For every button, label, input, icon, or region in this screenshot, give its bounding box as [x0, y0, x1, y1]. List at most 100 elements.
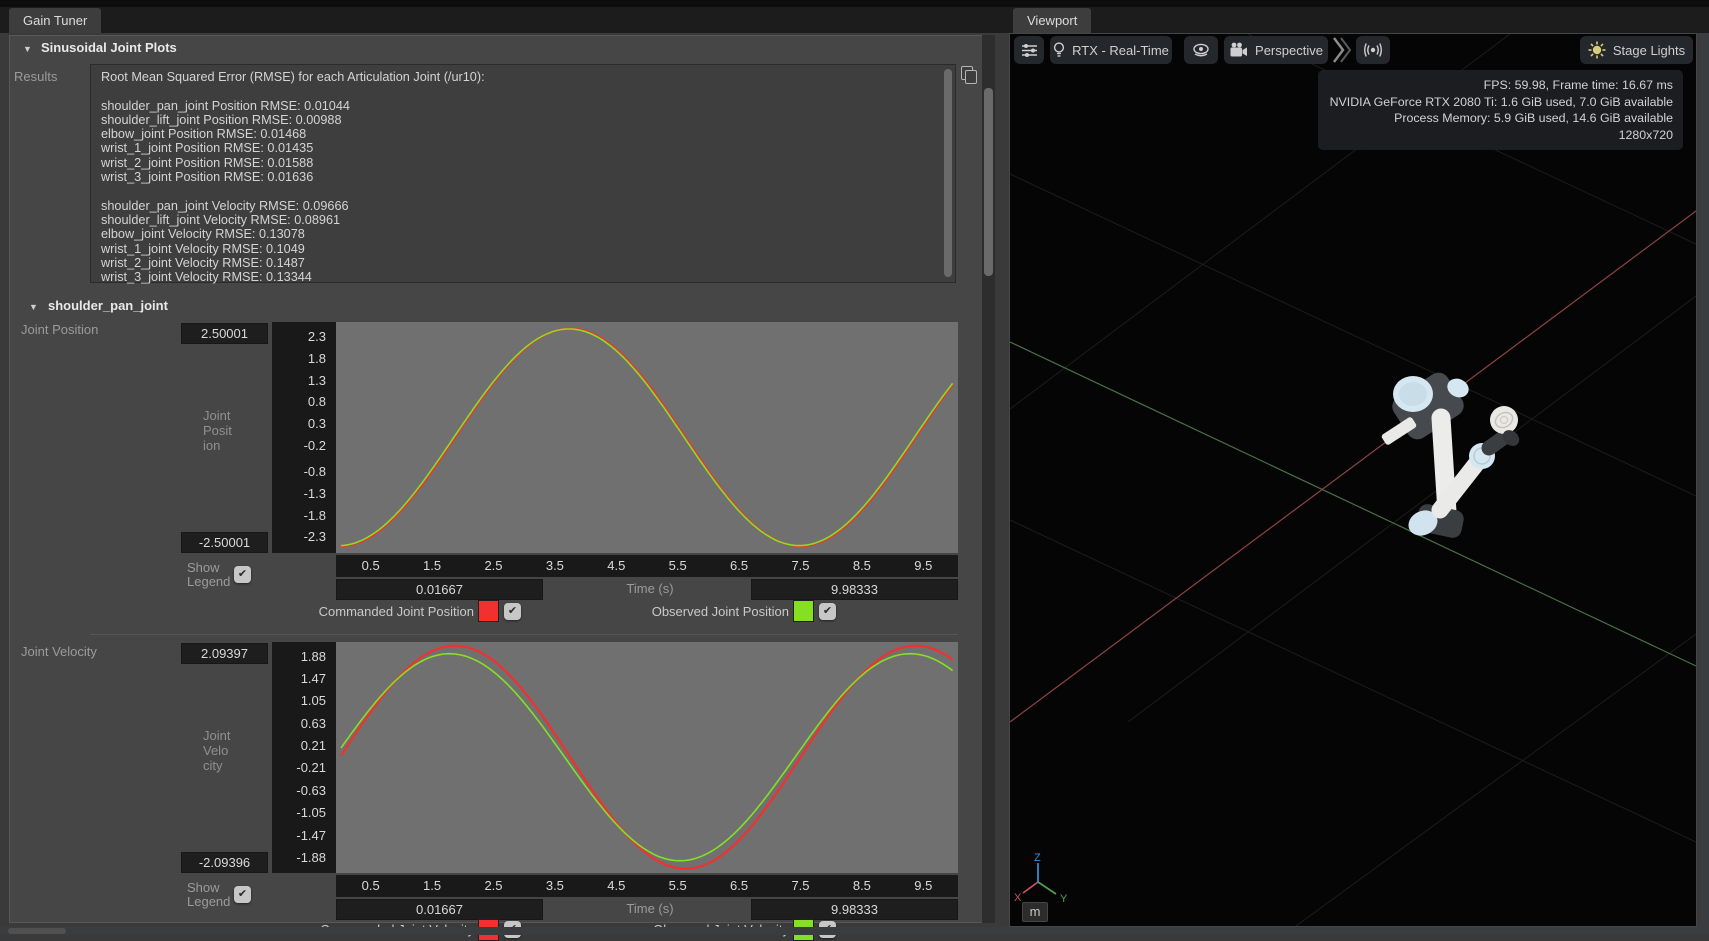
observed-color-swatch[interactable]	[793, 600, 814, 622]
position-plot-area	[336, 322, 958, 553]
results-label: Results	[14, 69, 57, 84]
joint-position-label: Joint Position	[21, 322, 98, 337]
velocity-time-max-field[interactable]: 9.98333	[751, 899, 958, 920]
viewport-settings-button[interactable]	[1014, 36, 1044, 64]
left-tab-strip	[0, 7, 1003, 33]
show-legend-checkbox[interactable]	[234, 566, 251, 583]
legend-item-label: Observed Joint Position	[596, 604, 789, 619]
visibility-button[interactable]	[1184, 36, 1218, 64]
time-axis-label: Time (s)	[560, 581, 740, 596]
lightbulb-icon	[1053, 42, 1065, 58]
stats-gpu: NVIDIA GeForce RTX 2080 Ti: 1.6 GiB used…	[1328, 94, 1673, 111]
y-tick-label: 1.88	[301, 649, 326, 665]
x-tick-label: 7.5	[781, 558, 821, 573]
x-tick-label: 0.5	[351, 878, 391, 893]
time-axis-label: Time (s)	[560, 901, 740, 916]
y-tick-label: 1.47	[301, 671, 326, 687]
stats-memory: Process Memory: 5.9 GiB used, 14.6 GiB a…	[1328, 110, 1673, 127]
viewport-scene	[1010, 34, 1696, 926]
render-mode-label: RTX - Real-Time	[1072, 43, 1169, 58]
section-header-shoulder-pan-joint[interactable]: shoulder_pan_joint	[48, 298, 168, 313]
commanded-color-swatch[interactable]	[478, 600, 499, 622]
y-tick-label: 0.63	[301, 716, 326, 732]
y-tick-label: -1.3	[304, 486, 326, 502]
y-tick-label: 0.8	[308, 394, 326, 410]
y-tick-label: -0.63	[296, 783, 326, 799]
tab-viewport[interactable]: Viewport	[1013, 8, 1091, 33]
legend-item-label: Commanded Joint Position	[270, 604, 474, 619]
y-tick-label: -0.8	[304, 464, 326, 480]
x-tick-label: 3.5	[535, 878, 575, 893]
x-tick-label: 7.5	[781, 878, 821, 893]
collapse-caret-icon[interactable]: ▼	[23, 44, 32, 54]
render-mode-button[interactable]: RTX - Real-Time	[1050, 36, 1172, 64]
y-tick-label: 0.3	[308, 416, 326, 432]
x-tick-label: 4.5	[596, 558, 636, 573]
collapse-caret-icon[interactable]: ▼	[29, 302, 38, 312]
results-text: Root Mean Squared Error (RMSE) for each …	[91, 65, 955, 289]
x-tick-label: 6.5	[719, 878, 759, 893]
camera-button[interactable]: Perspective	[1224, 36, 1328, 64]
velocity-ymin-field[interactable]: -2.09396	[181, 852, 268, 873]
show-legend-label: Show Legend	[187, 881, 230, 909]
position-xaxis: 0.51.52.53.54.55.56.57.58.59.5	[336, 555, 958, 577]
velocity-axis-title: Joint Velo city	[203, 728, 267, 773]
tab-gain-tuner[interactable]: Gain Tuner	[9, 8, 101, 33]
section-separator	[90, 634, 958, 635]
x-tick-label: 1.5	[412, 558, 452, 573]
ur10-robot[interactable]	[1381, 368, 1523, 540]
y-tick-label: -1.8	[304, 508, 326, 524]
position-axis-title: Joint Posit ion	[203, 408, 267, 453]
broadcast-button[interactable]	[1356, 36, 1390, 64]
velocity-xaxis: 0.51.52.53.54.55.56.57.58.59.5	[336, 875, 958, 897]
series-line	[341, 646, 953, 869]
x-tick-label: 2.5	[474, 558, 514, 573]
horizontal-scrollbar-handle[interactable]	[8, 928, 66, 934]
copy-button[interactable]	[959, 64, 977, 82]
position-ymax-field[interactable]: 2.50001	[181, 323, 268, 344]
stage-lights-label: Stage Lights	[1613, 43, 1685, 58]
viewport-3d-canvas[interactable]	[1009, 33, 1697, 927]
panel-scrollbar-handle[interactable]	[984, 88, 993, 276]
gizmo-y-label: Y	[1060, 893, 1068, 905]
velocity-yaxis: 1.881.471.050.630.21-0.21-0.63-1.05-1.47…	[272, 642, 336, 873]
stats-fps: FPS: 59.98, Frame time: 16.67 ms	[1328, 77, 1673, 94]
camera-icon	[1229, 42, 1248, 58]
observed-visible-checkbox[interactable]	[819, 603, 836, 620]
window-top-strip	[0, 0, 1709, 7]
y-tick-label: 1.3	[308, 373, 326, 389]
commanded-visible-checkbox[interactable]	[504, 603, 521, 620]
sun-icon	[1588, 41, 1606, 59]
x-tick-label: 8.5	[842, 878, 882, 893]
position-time-max-field[interactable]: 9.98333	[751, 579, 958, 600]
x-tick-label: 9.5	[903, 878, 943, 893]
camera-label: Perspective	[1255, 43, 1323, 58]
results-textarea[interactable]: Root Mean Squared Error (RMSE) for each …	[90, 64, 956, 283]
right-tab-strip	[1003, 7, 1709, 33]
units-button[interactable]: m	[1022, 902, 1048, 922]
axis-gizmo[interactable]: Z X Y	[1012, 852, 1076, 908]
y-tick-label: -1.05	[296, 805, 326, 821]
x-tick-label: 0.5	[351, 558, 391, 573]
x-tick-label: 3.5	[535, 558, 575, 573]
toolbar-expand-chevron[interactable]	[1332, 36, 1352, 64]
y-tick-label: -1.47	[296, 828, 326, 844]
y-tick-label: -0.2	[304, 438, 326, 454]
x-tick-label: 6.5	[719, 558, 759, 573]
joint-velocity-label: Joint Velocity	[21, 644, 97, 659]
x-tick-label: 9.5	[903, 558, 943, 573]
show-legend-label: Show Legend	[187, 561, 230, 589]
section-header-sinusoidal-plots[interactable]: Sinusoidal Joint Plots	[41, 40, 177, 55]
velocity-ymax-field[interactable]: 2.09397	[181, 643, 268, 664]
velocity-time-min-field[interactable]: 0.01667	[336, 899, 543, 920]
gizmo-z-label: Z	[1034, 852, 1041, 864]
results-scrollbar[interactable]	[944, 69, 952, 277]
x-tick-label: 4.5	[596, 878, 636, 893]
stage-lights-button[interactable]: Stage Lights	[1580, 36, 1693, 64]
show-legend-checkbox[interactable]	[234, 886, 251, 903]
stats-resolution: 1280x720	[1328, 127, 1673, 144]
grid-y-axis-line	[1010, 342, 1696, 666]
position-ymin-field[interactable]: -2.50001	[181, 532, 268, 553]
window-bottom-strip	[0, 927, 1709, 935]
position-time-min-field[interactable]: 0.01667	[336, 579, 543, 600]
